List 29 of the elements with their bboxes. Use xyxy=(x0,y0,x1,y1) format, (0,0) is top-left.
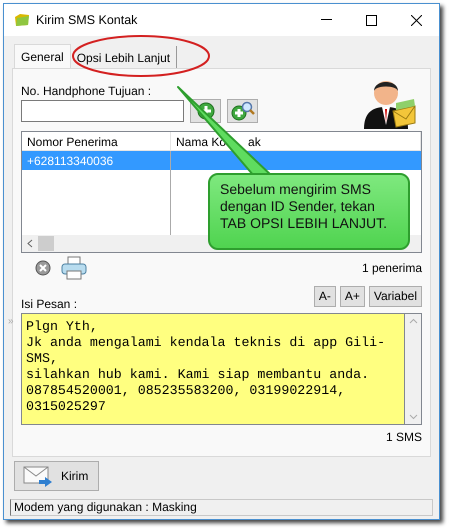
recipient-count: 1 penerima xyxy=(362,260,422,277)
plus-search-icon xyxy=(230,101,254,121)
close-icon xyxy=(411,14,422,26)
window-title: Kirim SMS Kontak xyxy=(36,12,138,29)
tab[interactable]: General xyxy=(14,44,71,68)
phone-label: No. Handphone Tujuan : xyxy=(21,83,152,99)
column-title: Nomor Penerima xyxy=(27,135,118,149)
folder-icon xyxy=(14,13,30,27)
column-title-fragment: ak xyxy=(248,135,261,149)
minimize-icon xyxy=(321,19,332,21)
format-button[interactable]: A- xyxy=(314,286,336,307)
format-button[interactable]: A+ xyxy=(340,286,365,307)
status-bar: Modem yang digunakan : Masking xyxy=(10,499,433,516)
sms-count: 1 SMS xyxy=(386,429,422,446)
send-button[interactable]: Kirim xyxy=(14,461,99,491)
message-field[interactable]: Plgn Yth, Jk anda mengalami kendala teknis di app Gili- SMS, silahkan hub kami. Kami siap membantu anda. 087854520001, 085235583200, 03199022914, 0315025297 xyxy=(21,313,405,425)
format-button[interactable]: Variabel xyxy=(368,286,422,307)
message-label: Isi Pesan : xyxy=(21,296,78,313)
margin-mark: » xyxy=(8,315,14,329)
column-header[interactable]: Nomor Penerima xyxy=(22,132,171,150)
envelope-icon xyxy=(23,465,53,487)
phone-input[interactable] xyxy=(21,100,184,122)
hint-tooltip: Sebelum mengirim SMS dengan ID Sender, tekan TAB OPSI LEBIH LANJUT. xyxy=(208,173,410,250)
delete-icon[interactable] xyxy=(35,260,51,276)
search-add-button[interactable] xyxy=(227,99,258,123)
maximize-icon xyxy=(366,14,377,26)
scroll-thumb[interactable] xyxy=(38,236,54,251)
printer-icon[interactable] xyxy=(61,256,87,280)
phone-number: +628113340036 xyxy=(22,151,171,170)
